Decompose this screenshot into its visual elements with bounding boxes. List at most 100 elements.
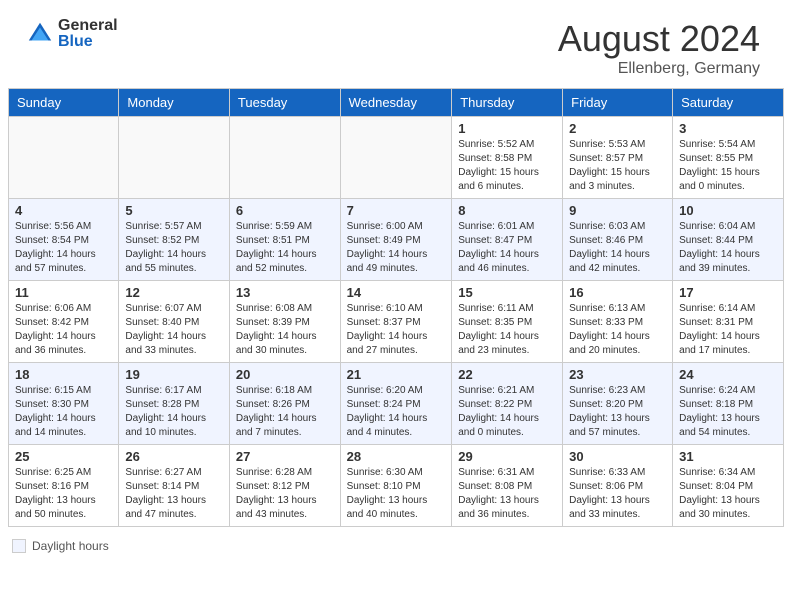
day-number: 17 [679,285,777,300]
day-info: Sunrise: 6:03 AM Sunset: 8:46 PM Dayligh… [569,220,666,276]
col-monday: Monday [119,89,230,117]
col-friday: Friday [563,89,673,117]
col-wednesday: Wednesday [340,89,452,117]
day-info: Sunrise: 6:28 AM Sunset: 8:12 PM Dayligh… [236,466,334,522]
legend-color-box [12,539,26,553]
page-header: General Blue August 2024 Ellenberg, Germ… [8,0,784,88]
day-number: 14 [347,285,446,300]
table-row: 11 Sunrise: 6:06 AM Sunset: 8:42 PM Dayli… [9,281,119,363]
day-info: Sunrise: 6:33 AM Sunset: 8:06 PM Dayligh… [569,466,666,522]
day-info: Sunrise: 6:23 AM Sunset: 8:20 PM Dayligh… [569,384,666,440]
day-number: 12 [125,285,223,300]
table-row: 31 Sunrise: 6:34 AM Sunset: 8:04 PM Dayli… [673,445,784,527]
table-row: 24 Sunrise: 6:24 AM Sunset: 8:18 PM Dayli… [673,363,784,445]
calendar-week-row: 25 Sunrise: 6:25 AM Sunset: 8:16 PM Dayli… [9,445,784,527]
day-info: Sunrise: 6:24 AM Sunset: 8:18 PM Dayligh… [679,384,777,440]
table-row: 22 Sunrise: 6:21 AM Sunset: 8:22 PM Dayli… [452,363,563,445]
day-number: 24 [679,367,777,382]
day-info: Sunrise: 6:06 AM Sunset: 8:42 PM Dayligh… [15,302,112,358]
table-row: 30 Sunrise: 6:33 AM Sunset: 8:06 PM Dayli… [563,445,673,527]
day-number: 8 [458,203,556,218]
table-row: 13Sunrise: 6:08 AM Sunset: 8:39 PM Dayli… [229,281,340,363]
day-number: 30 [569,449,666,464]
logo-blue-text: Blue [58,34,118,50]
day-number: 6 [236,203,334,218]
day-number: 11 [15,285,112,300]
day-number: 26 [125,449,223,464]
table-row: 3Sunrise: 5:54 AM Sunset: 8:55 PM Daylig… [673,117,784,199]
day-number: 28 [347,449,446,464]
day-info: Sunrise: 6:34 AM Sunset: 8:04 PM Dayligh… [679,466,777,522]
calendar-header-row: Sunday Monday Tuesday Wednesday Thursday… [9,89,784,117]
day-number: 18 [15,367,112,382]
day-number: 23 [569,367,666,382]
table-row: 21Sunrise: 6:20 AM Sunset: 8:24 PM Dayli… [340,363,452,445]
day-info: Sunrise: 6:27 AM Sunset: 8:14 PM Dayligh… [125,466,223,522]
table-row: 14Sunrise: 6:10 AM Sunset: 8:37 PM Dayli… [340,281,452,363]
table-row: 15Sunrise: 6:11 AM Sunset: 8:35 PM Dayli… [452,281,563,363]
day-number: 10 [679,203,777,218]
table-row: 17Sunrise: 6:14 AM Sunset: 8:31 PM Dayli… [673,281,784,363]
table-row: 12 Sunrise: 6:07 AM Sunset: 8:40 PM Dayli… [119,281,230,363]
legend: Daylight hours [8,535,784,553]
col-thursday: Thursday [452,89,563,117]
day-info: Sunrise: 6:17 AM Sunset: 8:28 PM Dayligh… [125,384,223,440]
table-row: 23 Sunrise: 6:23 AM Sunset: 8:20 PM Dayli… [563,363,673,445]
day-info: Sunrise: 6:31 AM Sunset: 8:08 PM Dayligh… [458,466,556,522]
day-info: Sunrise: 6:01 AM Sunset: 8:47 PM Dayligh… [458,220,556,276]
col-tuesday: Tuesday [229,89,340,117]
table-row [9,117,119,199]
logo: General Blue [26,18,118,50]
day-number: 13 [236,285,334,300]
logo-general-text: General [58,18,118,34]
day-info: Sunrise: 6:30 AM Sunset: 8:10 PM Dayligh… [347,466,446,522]
day-number: 4 [15,203,112,218]
table-row [119,117,230,199]
col-sunday: Sunday [9,89,119,117]
table-row: 28 Sunrise: 6:30 AM Sunset: 8:10 PM Dayli… [340,445,452,527]
table-row: 4 Sunrise: 5:56 AM Sunset: 8:54 PM Daylig… [9,199,119,281]
table-row [229,117,340,199]
legend-label: Daylight hours [32,539,109,553]
table-row: 10 Sunrise: 6:04 AM Sunset: 8:44 PM Dayli… [673,199,784,281]
day-number: 19 [125,367,223,382]
day-info: Sunrise: 5:52 AM Sunset: 8:58 PM Dayligh… [458,138,556,194]
table-row: 27 Sunrise: 6:28 AM Sunset: 8:12 PM Dayli… [229,445,340,527]
table-row: 1 Sunrise: 5:52 AM Sunset: 8:58 PM Daylig… [452,117,563,199]
table-row: 8 Sunrise: 6:01 AM Sunset: 8:47 PM Daylig… [452,199,563,281]
day-number: 31 [679,449,777,464]
day-info: Sunrise: 6:00 AM Sunset: 8:49 PM Dayligh… [347,220,446,276]
day-info: Sunrise: 6:25 AM Sunset: 8:16 PM Dayligh… [15,466,112,522]
day-info: Sunrise: 5:56 AM Sunset: 8:54 PM Dayligh… [15,220,112,276]
table-row: 25 Sunrise: 6:25 AM Sunset: 8:16 PM Dayli… [9,445,119,527]
day-info: Sunrise: 6:04 AM Sunset: 8:44 PM Dayligh… [679,220,777,276]
day-number: 27 [236,449,334,464]
calendar-week-row: 11 Sunrise: 6:06 AM Sunset: 8:42 PM Dayli… [9,281,784,363]
day-info: Sunrise: 5:54 AM Sunset: 8:55 PM Dayligh… [679,138,777,194]
day-number: 7 [347,203,446,218]
day-info: Sunrise: 5:53 AM Sunset: 8:57 PM Dayligh… [569,138,666,194]
day-number: 22 [458,367,556,382]
day-number: 1 [458,121,556,136]
month-year-title: August 2024 [558,18,760,60]
calendar-week-row: 18Sunrise: 6:15 AM Sunset: 8:30 PM Dayli… [9,363,784,445]
table-row: 9Sunrise: 6:03 AM Sunset: 8:46 PM Daylig… [563,199,673,281]
table-row: 2 Sunrise: 5:53 AM Sunset: 8:57 PM Daylig… [563,117,673,199]
day-info: Sunrise: 6:13 AM Sunset: 8:33 PM Dayligh… [569,302,666,358]
day-info: Sunrise: 5:59 AM Sunset: 8:51 PM Dayligh… [236,220,334,276]
day-info: Sunrise: 6:21 AM Sunset: 8:22 PM Dayligh… [458,384,556,440]
logo-icon [26,20,54,48]
col-saturday: Saturday [673,89,784,117]
day-info: Sunrise: 6:18 AM Sunset: 8:26 PM Dayligh… [236,384,334,440]
day-number: 29 [458,449,556,464]
day-number: 25 [15,449,112,464]
table-row [340,117,452,199]
day-info: Sunrise: 6:20 AM Sunset: 8:24 PM Dayligh… [347,384,446,440]
table-row: 6 Sunrise: 5:59 AM Sunset: 8:51 PM Daylig… [229,199,340,281]
day-number: 2 [569,121,666,136]
table-row: 16Sunrise: 6:13 AM Sunset: 8:33 PM Dayli… [563,281,673,363]
table-row: 29 Sunrise: 6:31 AM Sunset: 8:08 PM Dayli… [452,445,563,527]
day-info: Sunrise: 6:07 AM Sunset: 8:40 PM Dayligh… [125,302,223,358]
day-info: Sunrise: 5:57 AM Sunset: 8:52 PM Dayligh… [125,220,223,276]
calendar-table: Sunday Monday Tuesday Wednesday Thursday… [8,88,784,527]
